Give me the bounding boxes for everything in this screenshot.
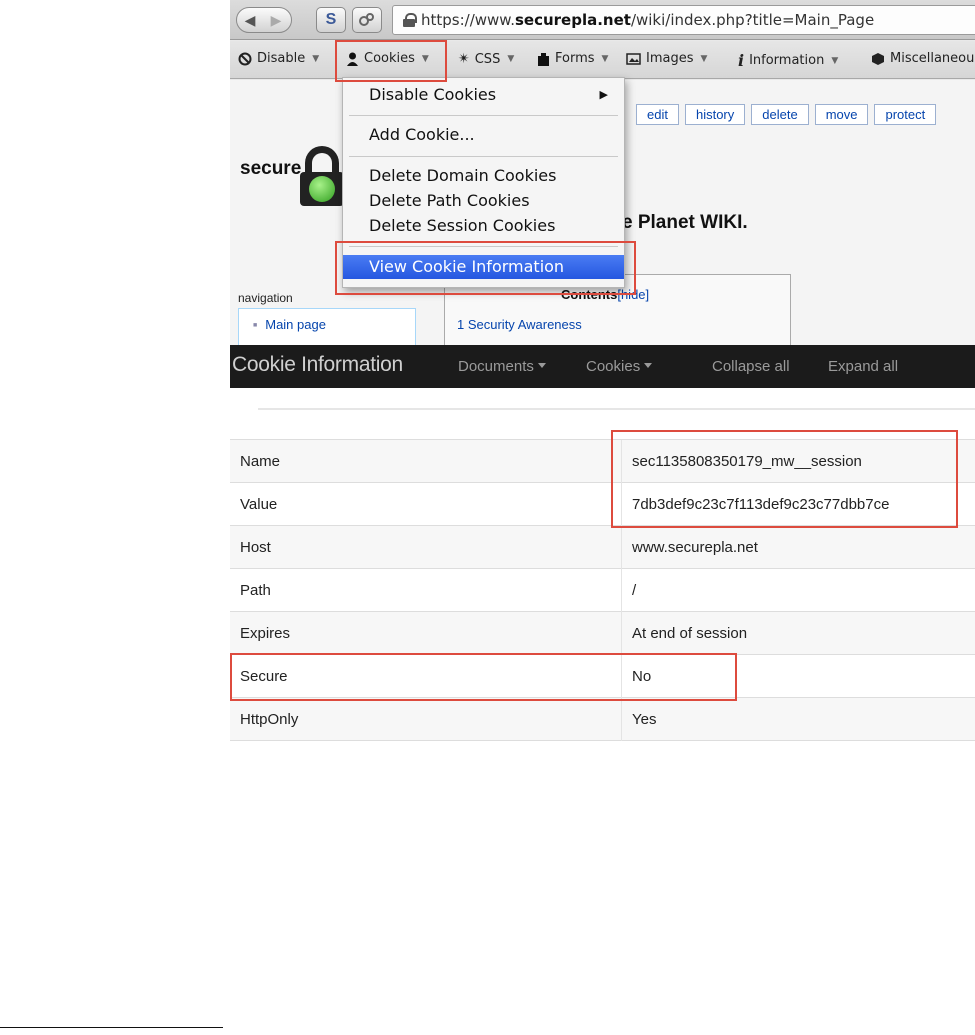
history-nav: ◀ ▶ [236,7,292,33]
divider [258,408,975,410]
menu-separator [349,115,618,116]
skype-button[interactable]: S [316,7,346,33]
highlight-box-view-cookie-info [335,241,636,295]
toolbar-images-label: Images [646,51,694,66]
cookie-info-title: Cookie Information [232,353,403,376]
menu-item-label: Delete Domain Cookies [369,166,557,185]
css-wand-icon: ✴ [458,51,470,67]
table-row: Host www.securepla.net [230,526,975,569]
menu-separator [349,156,618,157]
footnote-rule [0,1027,223,1028]
toolbar-disable-label: Disable [257,51,306,66]
menu-item-delete-path-cookies[interactable]: Delete Path Cookies [343,189,624,213]
expand-all-link[interactable]: Expand all [828,358,898,375]
toolbar-forms-label: Forms [555,51,595,66]
back-button[interactable]: ◀ [237,8,263,32]
skype-icon: S [325,11,337,28]
cookie-key: HttpOnly [240,711,299,728]
misc-icon [872,52,884,65]
documents-menu[interactable]: Documents [458,358,546,375]
table-row: HttpOnly Yes [230,698,975,741]
url-domain: securepla.net [514,11,631,29]
cookie-key: Host [240,539,271,556]
toolbar-information-label: Information [749,53,825,68]
dropdown-caret-icon: ▼ [831,55,839,66]
cookie-key: Expires [240,625,291,642]
menu-item-add-cookie[interactable]: Add Cookie... [343,123,624,147]
tab-move[interactable]: move [814,104,869,125]
cookie-value: Yes [632,711,657,728]
back-arrow-icon: ◀ [244,11,256,28]
page-heading: e Planet WIKI. [622,212,748,233]
toolbar-css[interactable]: ✴ CSS ▼ [458,51,514,67]
tab-delete[interactable]: delete [751,104,809,125]
padlock-globe-logo-icon [300,146,346,206]
forward-arrow-icon: ▶ [270,11,282,28]
toolbar-miscellaneous-label: Miscellaneous [890,51,975,66]
padlock-icon [403,13,417,27]
cookie-value: / [632,582,637,599]
menu-item-disable-cookies[interactable]: Disable Cookies ▶ [343,83,624,107]
caret-down-icon [644,363,653,368]
browser-screenshot: ◀ ▶ S https://www. securepla.net/wiki/ind… [230,0,975,345]
toolbar-forms[interactable]: Forms ▼ [537,51,608,66]
documents-label: Documents [458,358,534,375]
table-row: Expires At end of session [230,612,975,655]
toolbar-images[interactable]: Images ▼ [626,51,707,66]
toolbar-miscellaneous[interactable]: Miscellaneous [871,51,975,66]
submenu-arrow-icon: ▶ [599,88,608,101]
forms-icon [538,52,549,66]
images-icon [626,52,641,65]
site-logo-text: secure [240,158,302,179]
menu-item-label: Disable Cookies [369,85,497,104]
forward-button[interactable]: ▶ [263,8,289,32]
caret-down-icon [537,363,546,368]
dropdown-caret-icon: ▼ [601,53,609,64]
page-tabs: edit history delete move protect [636,104,937,125]
menu-item-label: Delete Session Cookies [369,216,556,235]
tab-edit[interactable]: edit [636,104,679,125]
cookie-value: www.securepla.net [632,539,758,556]
url-bar: ◀ ▶ S https://www. securepla.net/wiki/ind… [230,0,975,40]
cookie-value: At end of session [632,625,748,642]
cookie-key: Value [240,496,278,513]
nav-main-page-link[interactable]: Main page [253,317,326,332]
highlight-box-name-value [611,430,958,528]
highlight-box-cookies [335,40,447,82]
toolbar-disable[interactable]: Disable ▼ [238,51,319,66]
highlight-box-secure [230,653,737,701]
menu-item-delete-domain-cookies[interactable]: Delete Domain Cookies [343,164,624,188]
extension-button[interactable] [352,7,382,33]
cookie-info-navbar: Cookie Information Documents Cookies Col… [230,345,975,388]
gears-icon [359,13,374,26]
navigation-label: navigation [238,291,293,305]
navigation-box: Main page [238,308,416,345]
dropdown-caret-icon: ▼ [312,53,320,64]
menu-item-label: Add Cookie... [369,125,475,144]
dropdown-caret-icon: ▼ [700,53,708,64]
tab-history[interactable]: history [684,104,746,125]
collapse-all-link[interactable]: Collapse all [712,358,790,375]
disable-icon [238,52,252,65]
toc-item-link[interactable]: 1 Security Awareness [457,317,582,332]
menu-item-delete-session-cookies[interactable]: Delete Session Cookies [343,214,624,238]
info-icon: i [738,51,745,70]
cookie-key: Name [240,453,281,470]
menu-item-label: Delete Path Cookies [369,191,530,210]
url-prefix: https://www. [421,11,515,29]
url-path: /wiki/index.php?title=Main_Page [630,11,875,29]
cookie-key: Path [240,582,271,599]
address-field[interactable]: https://www. securepla.net/wiki/index.php… [392,5,975,35]
toolbar-css-label: CSS [474,51,501,67]
tab-protect[interactable]: protect [874,104,937,125]
cookies-label: Cookies [586,358,641,375]
table-row: Path / [230,569,975,612]
cookies-menu[interactable]: Cookies [586,358,653,375]
toolbar-information[interactable]: i Information ▼ [738,51,838,70]
dropdown-caret-icon: ▼ [507,54,515,64]
